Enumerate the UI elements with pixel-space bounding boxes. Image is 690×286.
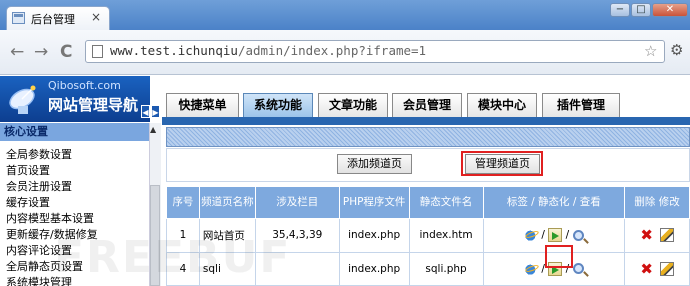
- scroll-up-icon[interactable]: ▲: [150, 125, 156, 134]
- tab-members[interactable]: 会员管理: [392, 93, 462, 117]
- close-tab-icon[interactable]: ×: [91, 10, 101, 24]
- minimize-button[interactable]: −: [610, 3, 630, 17]
- reload-icon[interactable]: C: [60, 42, 72, 62]
- logo-site-text: Qibosoft.com: [48, 79, 121, 92]
- bookmark-star-icon[interactable]: ☆: [644, 42, 657, 60]
- tab-system[interactable]: 系统功能: [243, 93, 313, 117]
- browser-tab[interactable]: 后台管理 ×: [6, 6, 110, 30]
- url-text: www.test.ichunqiu/admin/index.php?iframe…: [110, 43, 426, 58]
- satellite-dish-icon: [9, 85, 36, 114]
- url-path: /admin/index.php?iframe=1: [237, 43, 427, 58]
- go-static-icon[interactable]: [548, 228, 563, 243]
- view-magnifier-icon[interactable]: [572, 263, 584, 275]
- collapse-left-icon[interactable]: ◀: [141, 105, 150, 118]
- cell-static: sqli.php: [408, 251, 484, 286]
- cell-php: index.php: [338, 251, 410, 286]
- tab-modules[interactable]: 模块中心: [467, 93, 537, 117]
- tab-articles[interactable]: 文章功能: [318, 93, 388, 117]
- back-icon[interactable]: ←: [10, 42, 24, 62]
- tab-shortcuts[interactable]: 快捷菜单: [166, 93, 239, 117]
- action-row: [166, 148, 690, 182]
- highlight-box: [461, 151, 543, 176]
- tab-underline-bar: [162, 117, 690, 125]
- col-header-name: 频道页名称: [198, 186, 256, 219]
- sidebar-item-registration[interactable]: 会员注册设置: [6, 178, 72, 194]
- wrench-icon[interactable]: ⚙: [670, 41, 683, 59]
- collapse-right-icon[interactable]: ▶: [151, 105, 160, 118]
- site-logo: Qibosoft.com 网站管理导航: [0, 76, 150, 122]
- delete-icon[interactable]: ✖: [640, 260, 653, 278]
- sidebar-item-cache[interactable]: 缓存设置: [6, 194, 50, 210]
- address-bar[interactable]: www.test.ichunqiu/admin/index.php?iframe…: [85, 40, 665, 63]
- close-window-button[interactable]: ✕: [652, 3, 688, 17]
- ie-tag-icon[interactable]: [524, 228, 539, 243]
- view-magnifier-icon[interactable]: [572, 229, 584, 241]
- highlight-box: [545, 245, 573, 268]
- col-header-php: PHP程序文件: [338, 186, 410, 219]
- edit-icon[interactable]: [659, 261, 674, 276]
- ie-tag-icon[interactable]: [524, 261, 539, 276]
- sidebar-item-global-params[interactable]: 全局参数设置: [6, 146, 72, 162]
- tab-title: 后台管理: [31, 13, 75, 26]
- separator: /: [565, 229, 570, 242]
- delete-icon[interactable]: ✖: [640, 226, 653, 244]
- maximize-button[interactable]: □: [631, 3, 651, 17]
- watermark: FREEBUF: [54, 232, 292, 283]
- sidebar-header: 核心设置: [0, 123, 150, 141]
- col-header-actions: 标签 / 静态化 / 查看: [482, 186, 626, 219]
- add-channel-button[interactable]: 添加频道页: [337, 154, 412, 174]
- sidebar-item-homepage[interactable]: 首页设置: [6, 162, 50, 178]
- tab-plugins[interactable]: 插件管理: [542, 93, 620, 117]
- col-header-id: 序号: [166, 186, 200, 219]
- col-header-static: 静态文件名: [408, 186, 484, 219]
- sidebar-item-content-model[interactable]: 内容模型基本设置: [6, 210, 94, 226]
- table-header-row: 序号 频道页名称 涉及栏目 PHP程序文件 静态文件名 标签 / 静态化 / 查…: [166, 186, 690, 219]
- cell-static: index.htm: [408, 218, 484, 253]
- cell-edit: ✖: [624, 218, 690, 253]
- content-header-strip: [166, 127, 690, 147]
- col-header-columns: 涉及栏目: [254, 186, 340, 219]
- url-host: www.test.ichunqiu: [110, 43, 238, 58]
- forward-icon[interactable]: →: [34, 42, 48, 62]
- edit-icon[interactable]: [659, 228, 674, 243]
- logo-title: 网站管理导航: [48, 96, 139, 114]
- col-header-edit: 删除 修改: [624, 186, 690, 219]
- cell-php: index.php: [338, 218, 410, 253]
- cell-edit: ✖: [624, 251, 690, 286]
- page-icon: [12, 12, 25, 24]
- separator: /: [541, 229, 545, 242]
- page-icon: [92, 45, 103, 58]
